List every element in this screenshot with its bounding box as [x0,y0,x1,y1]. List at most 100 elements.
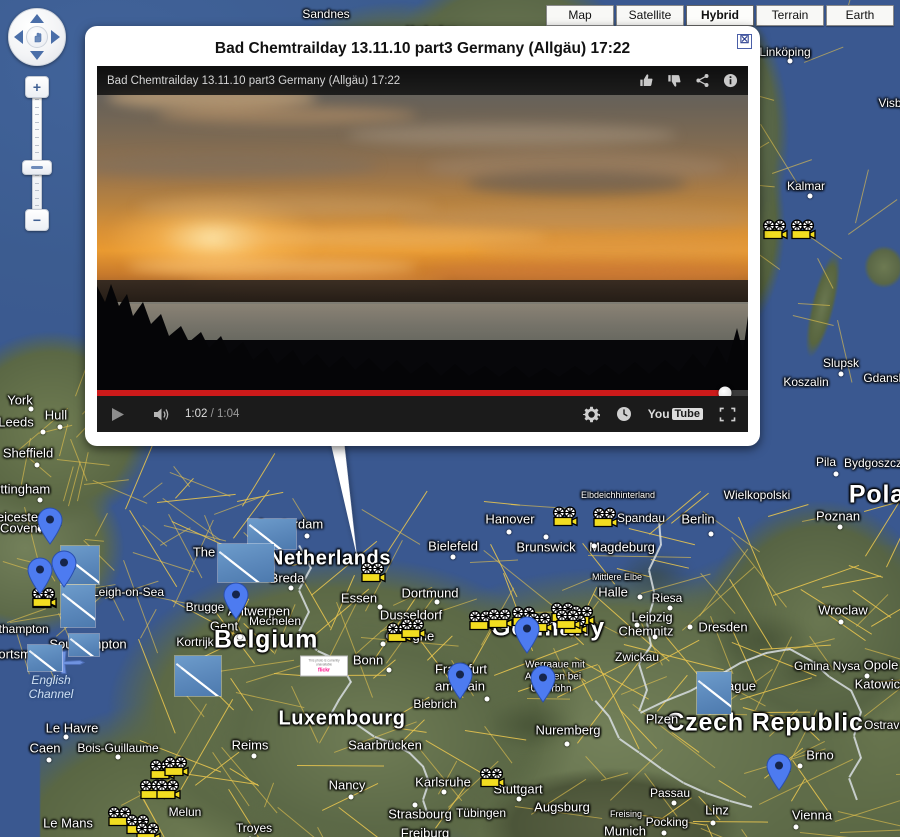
city-dot [652,634,658,640]
city-dot [251,753,257,759]
city-dot [634,622,640,628]
settings-gear-icon[interactable] [582,406,600,423]
video-camera-marker[interactable] [762,219,788,247]
info-window-title: Bad Chemtrailday 13.11.10 part3 Germany … [214,40,631,57]
photo-thumbnail[interactable] [28,645,62,671]
map-pin-marker[interactable] [37,507,63,545]
photo-thumbnail[interactable] [697,672,731,714]
map-type-map-button[interactable]: Map [546,5,614,26]
city-dot [57,424,63,430]
video-player[interactable]: Bad Chemtrailday 13.11.10 part3 Germany … [97,66,748,432]
zoom-tick [35,205,39,207]
photo-thumbnail[interactable] [175,656,221,696]
player-controls[interactable]: 1:02 / 1:04 You Tube [97,396,748,432]
map-type-terrain-button[interactable]: Terrain [756,5,824,26]
zoom-tick [35,137,39,138]
watch-later-clock-icon[interactable] [616,406,632,422]
city-dot [661,830,667,836]
close-icon[interactable]: ☒ [737,34,752,49]
zoom-out-button[interactable]: − [25,209,49,231]
zoom-tick [35,144,39,146]
share-icon[interactable] [695,73,710,88]
video-total-time: 1:04 [216,408,240,420]
photo-thumbnail[interactable] [69,634,99,656]
city-dot [787,58,793,64]
city-dot [833,471,839,477]
map-pin-marker[interactable] [223,582,249,620]
video-current-time: 1:02 [185,408,208,420]
video-camera-marker[interactable] [592,507,618,535]
map-navigation-control[interactable]: + − [8,8,66,231]
thumbs-down-icon[interactable] [667,73,682,88]
cloud-streak [477,238,748,260]
video-camera-marker[interactable] [155,779,181,807]
info-window-body: ☒ Bad Chemtrailday 13.11.10 part3 German… [85,26,760,446]
city-dot [386,667,392,673]
map-viewport[interactable]: SandnesVarehøylaneLinköpingVisbyKalmarSl… [0,0,900,837]
play-button[interactable] [109,406,126,423]
video-camera-marker[interactable] [135,822,161,837]
youtube-logo-you: You [647,407,670,421]
map-type-satellite-button[interactable]: Satellite [616,5,684,26]
info-icon[interactable] [723,73,738,88]
map-type-switcher[interactable]: Map Satellite Hybrid Terrain Earth [546,5,894,26]
zoom-slider[interactable]: + − [21,76,52,231]
thumbnail-sky [28,645,62,671]
forest-patch [600,540,710,610]
video-camera-marker[interactable] [552,506,578,534]
hand-icon[interactable] [26,26,48,48]
pan-left-arrow[interactable] [14,30,23,44]
zoom-slider-handle[interactable] [22,160,52,175]
thumbnail-sky [218,544,274,582]
map-type-hybrid-button[interactable]: Hybrid [686,5,754,26]
video-camera-marker[interactable] [360,562,386,590]
thumbs-up-icon[interactable] [639,73,654,88]
map-pin-marker[interactable] [447,662,473,700]
photo-thumbnail[interactable] [218,544,274,582]
city-dot [40,429,46,435]
info-window[interactable]: ☒ Bad Chemtrailday 13.11.10 part3 German… [85,26,760,446]
pan-right-arrow[interactable] [51,30,60,44]
video-camera-marker[interactable] [400,618,426,646]
zoom-slider-track[interactable] [32,92,42,218]
pan-control-disc[interactable] [8,8,66,66]
fullscreen-icon[interactable] [719,407,736,422]
city-dot [484,696,490,702]
player-right-controls[interactable]: You Tube [582,406,736,423]
zoom-tick [35,114,39,116]
zoom-tick [35,152,39,154]
road-segment [760,711,811,714]
city-dot [516,796,522,802]
photo-thumbnail[interactable] [61,585,95,627]
video-camera-marker[interactable] [487,608,513,636]
youtube-logo[interactable]: You Tube [648,407,703,421]
pan-up-arrow[interactable] [30,14,44,23]
zoom-tick [35,129,39,131]
zoom-tick [35,106,39,108]
map-pin-marker[interactable] [27,557,53,595]
zoom-tick [35,121,39,123]
player-header-actions[interactable] [639,73,738,88]
city-dot [687,624,693,630]
city-dot [506,529,512,535]
zoom-tick [35,190,39,192]
city-dot [838,371,844,377]
city-dot [837,524,843,530]
video-camera-marker[interactable] [790,219,816,247]
city-dot [434,599,440,605]
zoom-in-button[interactable]: + [25,76,49,98]
map-pin-marker[interactable] [51,550,77,588]
video-camera-marker[interactable] [555,609,581,637]
map-type-earth-button[interactable]: Earth [826,5,894,26]
city-dot [441,789,447,795]
map-pin-marker[interactable] [530,665,556,703]
video-camera-marker[interactable] [479,767,505,795]
city-dot [637,594,643,600]
video-frame[interactable] [97,66,748,396]
map-pin-marker[interactable] [514,616,540,654]
map-pin-marker[interactable] [766,753,792,791]
flickr-brand-text: flickr [318,667,330,674]
volume-button[interactable] [152,406,171,423]
pan-down-arrow[interactable] [30,51,44,60]
city-dot [237,634,243,640]
